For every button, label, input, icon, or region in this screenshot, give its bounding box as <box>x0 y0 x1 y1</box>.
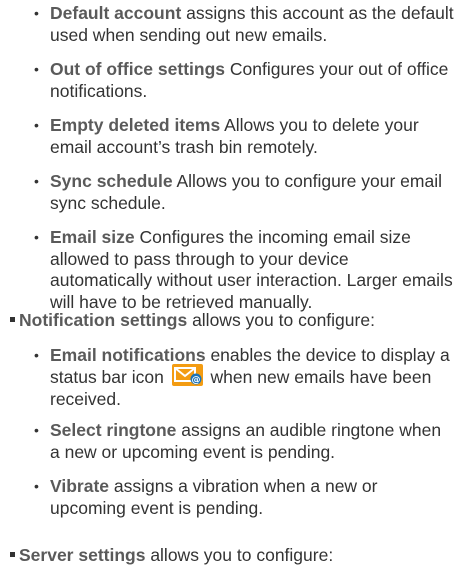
bullet: • <box>34 117 39 133</box>
bullet: • <box>34 478 39 494</box>
new-email-status-icon: @ <box>171 363 203 386</box>
item-description: allows you to configure: <box>187 310 375 330</box>
bullet: • <box>34 347 39 363</box>
item-term: Sync schedule <box>50 171 173 191</box>
notification-settings-list: • Email notifications enables the device… <box>0 345 463 519</box>
item-term: Vibrate <box>50 476 110 496</box>
item-term: Server settings <box>19 545 146 565</box>
bullet: • <box>34 422 39 438</box>
email-account-settings-list: • Default account assigns this account a… <box>0 3 463 313</box>
list-item: • Default account assigns this account a… <box>0 3 463 46</box>
item-term: Notification settings <box>19 310 188 330</box>
bullet: • <box>34 61 39 77</box>
list-item: • Email size Configures the incoming ema… <box>0 227 463 313</box>
square-bullet <box>10 316 15 322</box>
square-bullet <box>10 551 15 557</box>
item-term: Out of office settings <box>50 59 225 79</box>
list-item: • Out of office settings Configures your… <box>0 59 463 102</box>
list-item: • Empty deleted items Allows you to dele… <box>0 115 463 158</box>
bullet: • <box>34 229 39 245</box>
item-term: Select ringtone <box>50 420 177 440</box>
item-term: Email notifications <box>50 345 206 365</box>
svg-text:@: @ <box>191 375 200 385</box>
bullet: • <box>34 5 39 21</box>
item-term: Empty deleted items <box>50 115 221 135</box>
list-item: • Email notifications enables the device… <box>0 345 463 409</box>
list-item: • Vibrate assigns a vibration when a new… <box>0 476 463 519</box>
bullet: • <box>34 173 39 189</box>
manual-page: • Default account assigns this account a… <box>0 0 463 570</box>
item-term: Default account <box>50 3 182 23</box>
list-item: • Select ringtone assigns an audible rin… <box>0 420 463 463</box>
list-item: • Sync schedule Allows you to configure … <box>0 171 463 214</box>
server-settings-item: Server settings allows you to configure: <box>0 545 463 567</box>
item-term: Email size <box>50 227 135 247</box>
notification-settings-item: Notification settings allows you to conf… <box>0 310 463 332</box>
item-description: allows you to configure: <box>145 545 334 565</box>
